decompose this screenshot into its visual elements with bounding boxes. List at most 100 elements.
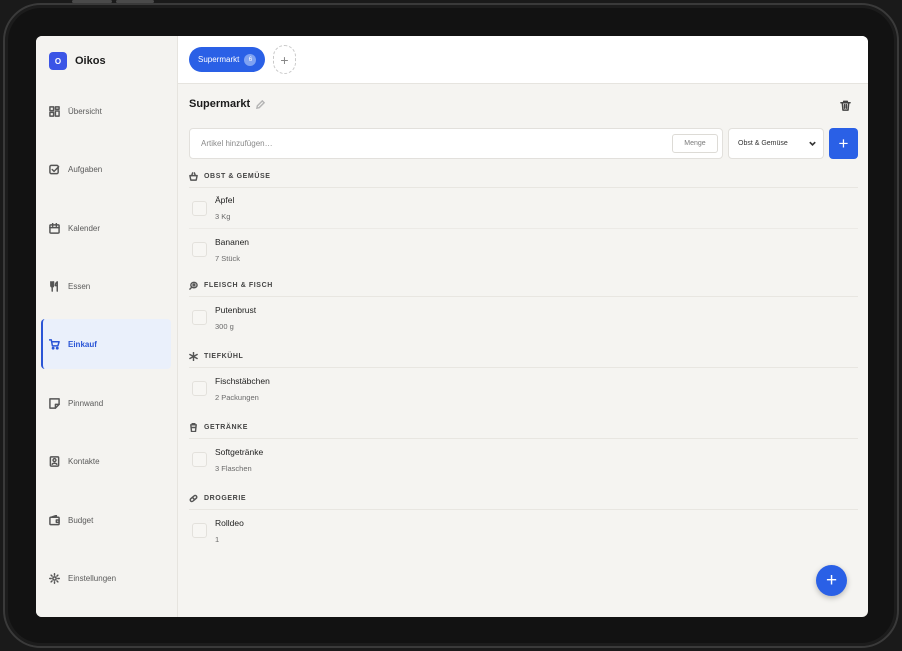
pencil-icon[interactable] (256, 99, 266, 109)
note-icon (49, 397, 60, 409)
sidebar-item-einstellungen[interactable]: Einstellungen (41, 553, 171, 603)
category-section-tiefkuehl: TIEFKÜHL Fischstäbchen 2 Packungen (189, 350, 858, 409)
list-item[interactable]: Fischstäbchen 2 Packungen (189, 368, 858, 409)
item-quantity: 3 Flaschen (215, 463, 252, 473)
section-title: GETRÄNKE (204, 424, 249, 431)
cart-icon (49, 338, 60, 350)
sidebar-item-label: Budget (68, 515, 94, 525)
fork-knife-icon (50, 280, 58, 292)
snowflake-icon (189, 352, 198, 361)
item-name: Rolldeo (215, 517, 244, 528)
item-checkbox[interactable] (192, 381, 207, 396)
page-title: Supermarkt (189, 98, 251, 110)
item-checkbox[interactable] (192, 452, 207, 467)
item-text: Softgetränke 3 Flaschen (215, 447, 263, 473)
sidebar-item-aufgaben[interactable]: Aufgaben (41, 144, 171, 194)
category-select-value: Obst & Gemüse (738, 140, 788, 147)
sidebar-item-label: Aufgaben (68, 164, 103, 174)
sidebar-item-kontakte[interactable]: Kontakte (41, 436, 171, 486)
section-header: GETRÄNKE (189, 421, 858, 439)
category-section-fleisch-fisch: FLEISCH & FISCH Putenbrust 300 g (189, 279, 858, 338)
item-text: Fischstäbchen 2 Packungen (215, 376, 270, 402)
gear-icon (49, 572, 60, 584)
item-count-badge: 6 (244, 53, 257, 66)
basket-icon (189, 172, 198, 181)
app-name: Oikos (75, 55, 106, 67)
add-list-button[interactable]: + (273, 45, 296, 74)
sidebar-item-label: Kontakte (68, 456, 100, 466)
list-item[interactable]: Bananen 7 Stück (189, 229, 858, 270)
trash-icon (840, 100, 851, 111)
sidebar-item-label: Kalender (68, 223, 101, 233)
list-item[interactable]: Putenbrust 300 g (189, 297, 858, 338)
item-quantity: 1 (215, 534, 220, 544)
sidebar-item-kalender[interactable]: Kalender (41, 203, 171, 253)
chevron-down-icon (809, 141, 816, 146)
floating-add-button[interactable]: + (816, 565, 847, 596)
add-item-button[interactable]: + (829, 128, 858, 159)
sidebar-item-budget[interactable]: Budget (41, 495, 171, 545)
sidebar-item-essen[interactable]: Essen (41, 261, 171, 311)
tab-supermarkt[interactable]: Supermarkt 6 (189, 47, 266, 72)
item-name: Bananen (215, 236, 250, 247)
sidebar-item-pinnwand[interactable]: Pinnwand (41, 378, 171, 428)
item-checkbox[interactable] (192, 310, 207, 325)
meat-icon (189, 281, 198, 290)
quantity-input[interactable] (672, 134, 718, 153)
item-name: Softgetränke (215, 446, 264, 457)
section-title: TIEFKÜHL (204, 353, 244, 360)
list-item[interactable]: Rolldeo 1 (189, 510, 858, 551)
sidebar-item-label: Übersicht (68, 106, 102, 116)
calendar-icon (49, 222, 60, 234)
sidebar-item-einkauf[interactable]: Einkauf (41, 319, 171, 369)
list-item[interactable]: Äpfel 3 Kg (189, 188, 858, 229)
list-title-row: Supermarkt (189, 98, 266, 110)
item-checkbox[interactable] (192, 242, 207, 257)
item-text: Putenbrust 300 g (215, 305, 256, 331)
item-text: Rolldeo 1 (215, 518, 244, 544)
sidebar-item-label: Essen (68, 281, 91, 291)
device-button (116, 0, 154, 3)
item-checkbox[interactable] (192, 200, 207, 216)
section-title: DROGERIE (204, 495, 247, 502)
list-tabs-bar: Supermarkt 6 + (178, 36, 868, 84)
dashboard-icon (49, 105, 60, 117)
delete-list-button[interactable] (840, 98, 852, 111)
category-select[interactable]: Obst & Gemüse (728, 128, 824, 159)
sidebar-item-label: Einstellungen (68, 573, 117, 583)
item-name-input[interactable] (189, 128, 723, 159)
item-checkbox[interactable] (192, 523, 207, 538)
section-title: FLEISCH & FISCH (204, 282, 273, 289)
brand[interactable]: O Oikos (49, 52, 106, 70)
app-screen: O Oikos Übersicht Aufgaben Kalender Esse… (36, 36, 868, 617)
wallet-icon (49, 514, 60, 525)
section-header: OBST & GEMÜSE (189, 170, 858, 188)
add-item-form: Obst & Gemüse + (189, 128, 858, 159)
pill-icon (189, 494, 198, 503)
category-section-drogerie: DROGERIE Rolldeo 1 (189, 492, 858, 551)
category-section-getraenke: GETRÄNKE Softgetränke 3 Flaschen (189, 421, 858, 480)
sidebar-item-uebersicht[interactable]: Übersicht (41, 86, 171, 136)
item-quantity: 3 Kg (215, 212, 231, 221)
section-header: FLEISCH & FISCH (189, 279, 858, 297)
item-text: Bananen 7 Stück (215, 237, 249, 263)
item-name: Äpfel (215, 195, 235, 205)
item-quantity: 300 g (215, 321, 234, 331)
category-section-obst-gemuese: OBST & GEMÜSE Äpfel 3 Kg Bananen 7 Stück (189, 170, 858, 270)
section-header: TIEFKÜHL (189, 350, 858, 368)
item-quantity: 2 Packungen (215, 392, 259, 402)
list-item[interactable]: Softgetränke 3 Flaschen (189, 439, 858, 480)
logo-icon: O (49, 52, 67, 70)
section-title: OBST & GEMÜSE (204, 173, 271, 180)
bottle-icon (190, 423, 197, 432)
item-text: Äpfel 3 Kg (215, 195, 234, 221)
device-button (72, 0, 112, 3)
item-name: Putenbrust (215, 304, 257, 315)
checkbox-icon (49, 164, 60, 174)
main-content: Supermarkt 6 + Supermarkt Obst & Gemüse … (178, 36, 868, 617)
sidebar-item-label: Einkauf (68, 339, 97, 349)
sidebar-item-label: Pinnwand (68, 398, 104, 408)
tab-label: Supermarkt (198, 55, 240, 64)
sidebar: O Oikos Übersicht Aufgaben Kalender Esse… (36, 36, 178, 617)
item-quantity: 7 Stück (215, 253, 241, 263)
